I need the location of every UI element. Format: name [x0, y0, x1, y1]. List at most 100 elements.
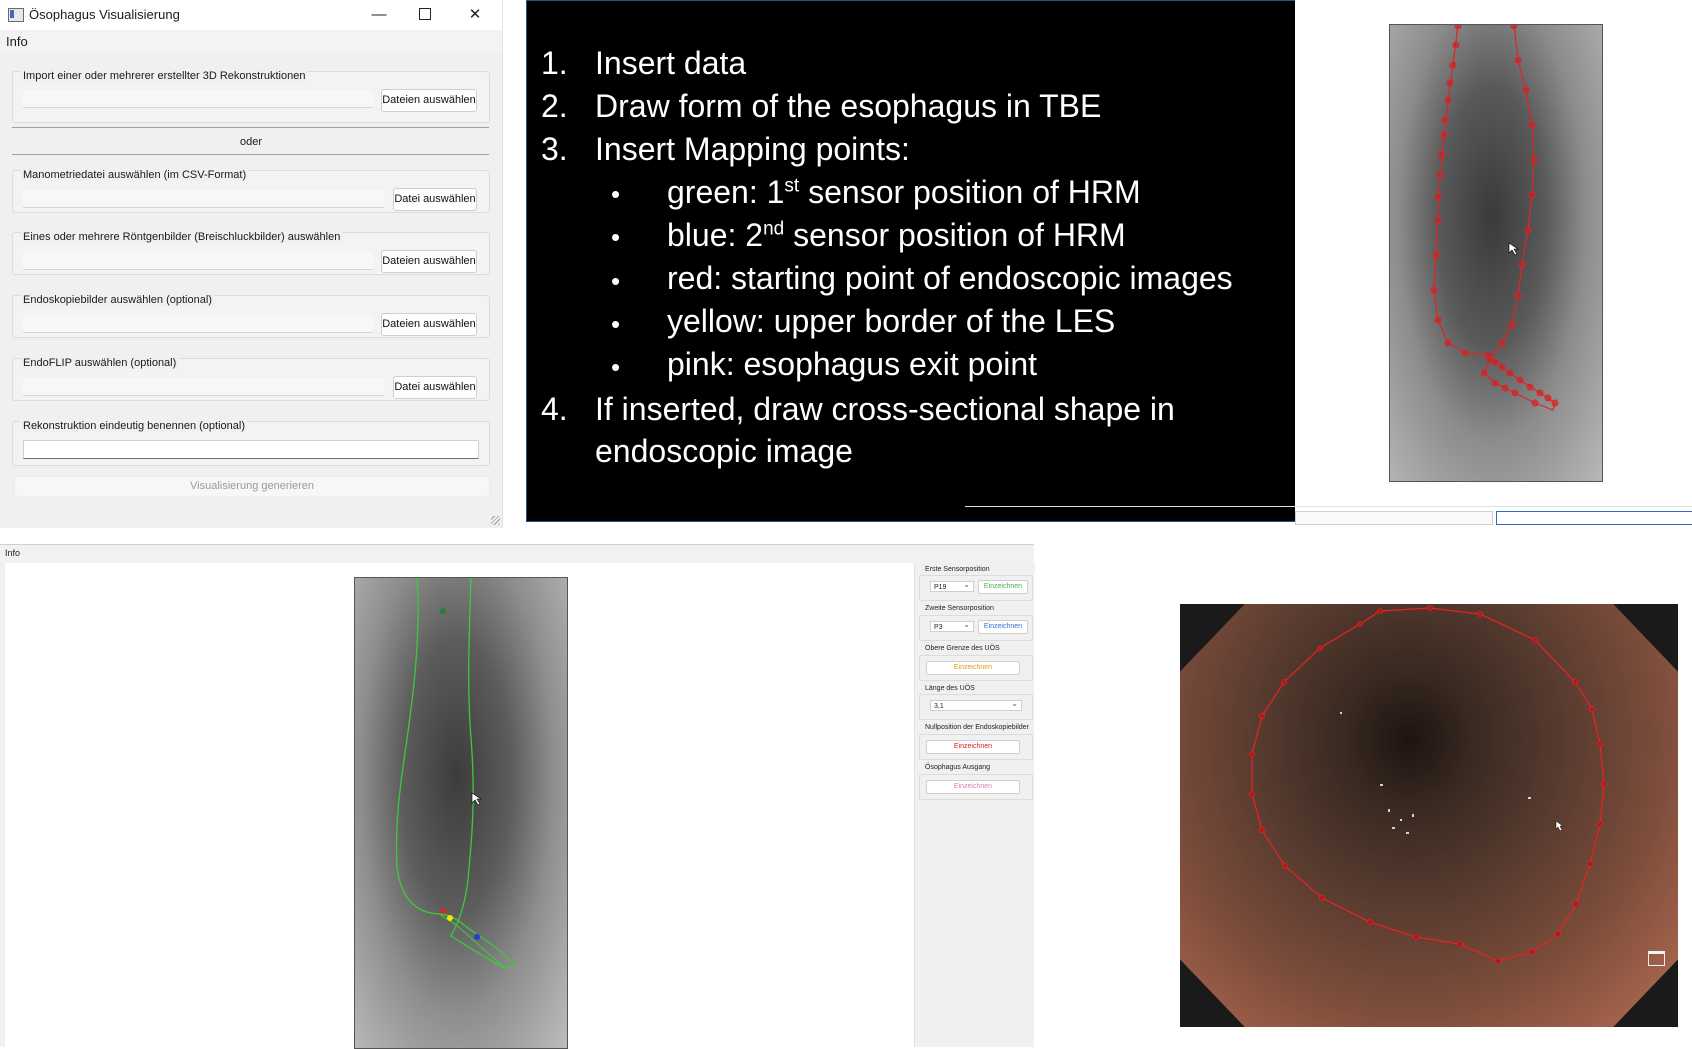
status-field-right[interactable] — [1496, 511, 1692, 525]
step-4-text-continued: endoscopic image — [595, 433, 853, 469]
menubar: Info — [0, 30, 502, 52]
import-select-button[interactable]: Dateien auswählen — [381, 89, 477, 112]
generate-visualization-button[interactable]: Visualisierung generieren — [14, 476, 490, 497]
window-titlebar: Ösophagus Visualisierung — ✕ — [0, 0, 502, 30]
manometry-group: Manometriedatei auswählen (im CSV-Format… — [12, 169, 490, 213]
manometry-select-button[interactable]: Datei auswählen — [393, 188, 477, 211]
fullscreen-icon[interactable] — [1648, 951, 1665, 966]
tbe-xray-image[interactable] — [1389, 24, 1603, 482]
bullet-red-text: red: starting point of endoscopic images — [667, 260, 1233, 296]
bullet-blue-text: blue: 2nd sensor position of HRM — [667, 217, 1126, 253]
bullet-red-marker: • — [611, 266, 621, 296]
endoscopy-start-point — [440, 908, 446, 914]
first-sensor-point — [440, 608, 446, 614]
mapping-window: Info Erste Sensorposition P19 Einzeichne… — [0, 544, 1035, 1049]
bullet-pink-marker: • — [611, 352, 621, 382]
first-sensor-group: P19 Einzeichnen — [919, 575, 1033, 601]
upper-les-label: Obere Grenze des UÖS — [925, 645, 1000, 652]
app-icon — [8, 8, 24, 22]
step-2-text: Draw form of the esophagus in TBE — [595, 88, 1102, 124]
step-4-text: If inserted, draw cross-sectional shape … — [595, 391, 1175, 427]
window-title: Ösophagus Visualisierung — [29, 7, 180, 22]
les-length-spinbox[interactable]: 3,1 — [930, 698, 1022, 711]
xray-select-button[interactable]: Dateien auswählen — [381, 250, 477, 273]
second-sensor-group: P3 Einzeichnen — [919, 615, 1033, 641]
endoscopic-image[interactable] — [1180, 604, 1678, 1027]
endoflip-label: EndoFLIP auswählen (optional) — [21, 357, 179, 369]
maximize-button[interactable] — [402, 0, 448, 30]
step-4-number: 4. — [541, 391, 568, 427]
bullet-green-marker: • — [611, 179, 621, 209]
name-label: Rekonstruktion eindeutig benennen (optio… — [21, 420, 247, 432]
bullet-yellow-text: yellow: upper border of the LES — [667, 303, 1116, 339]
first-sensor-combo[interactable]: P19 — [930, 579, 974, 592]
endoflip-path-field[interactable] — [23, 378, 384, 396]
second-sensor-draw-button[interactable]: Einzeichnen — [978, 620, 1028, 634]
bullet-yellow-marker: • — [611, 309, 621, 339]
import-label: Import einer oder mehrerer erstellter 3D… — [21, 70, 308, 82]
minimize-button[interactable]: — — [356, 0, 402, 30]
bullet-blue-marker: • — [611, 222, 621, 252]
exit-point-draw-button[interactable]: Einzeichnen — [926, 780, 1020, 794]
drawing-canvas[interactable] — [5, 563, 915, 1049]
menu-info[interactable]: Info — [5, 548, 20, 558]
status-field-left[interactable] — [1295, 511, 1493, 525]
step-1-text: Insert data — [595, 45, 747, 81]
upper-les-draw-button[interactable]: Einzeichnen — [926, 661, 1020, 675]
endoscopy-panel — [1034, 573, 1692, 1046]
mapping-sidebar: Erste Sensorposition P19 Einzeichnen Zwe… — [914, 563, 1035, 1047]
separator-top — [12, 127, 489, 128]
separator-bottom — [12, 154, 489, 155]
mouse-cursor-icon — [1508, 242, 1519, 256]
les-length-label: Länge des UÖS — [925, 685, 975, 692]
les-length-group: 3,1 — [919, 694, 1033, 720]
endoscopy-select-button[interactable]: Dateien auswählen — [381, 313, 477, 336]
endoflip-group: EndoFLIP auswählen (optional) Datei ausw… — [12, 357, 490, 401]
mouse-cursor-icon — [1555, 820, 1564, 832]
xray-group: Eines oder mehrere Röntgenbilder (Breisc… — [12, 231, 490, 275]
tbe-drawing-panel — [965, 0, 1692, 528]
step-1-number: 1. — [541, 45, 568, 81]
or-label: oder — [239, 136, 263, 148]
upper-les-group: Einzeichnen — [919, 655, 1033, 681]
name-group: Rekonstruktion eindeutig benennen (optio… — [12, 420, 490, 466]
endoscopy-group: Endoskopiebilder auswählen (optional) Da… — [12, 294, 490, 338]
esophagus-outline-green[interactable] — [355, 578, 567, 1048]
step-3-text: Insert Mapping points: — [595, 131, 910, 167]
first-sensor-draw-button[interactable]: Einzeichnen — [978, 580, 1028, 594]
esophagus-outline-red[interactable] — [1390, 25, 1602, 481]
visualization-window: Ösophagus Visualisierung — ✕ Info Import… — [0, 0, 503, 528]
endoflip-select-button[interactable]: Datei auswählen — [393, 376, 477, 399]
endoscopy-label: Endoskopiebilder auswählen (optional) — [21, 294, 214, 306]
exit-point-group: Einzeichnen — [919, 774, 1033, 800]
second-sensor-label: Zweite Sensorposition — [925, 605, 994, 612]
resize-grip-icon[interactable] — [491, 516, 500, 525]
close-button[interactable]: ✕ — [452, 0, 498, 30]
first-sensor-label: Erste Sensorposition — [925, 566, 990, 573]
menu-info[interactable]: Info — [6, 34, 28, 49]
xray-label: Eines oder mehrere Röntgenbilder (Breisc… — [21, 231, 343, 243]
panel-divider — [965, 506, 1692, 507]
step-3-number: 3. — [541, 131, 568, 167]
manometry-path-field[interactable] — [23, 190, 384, 208]
exit-point-label: Ösophagus Ausgang — [925, 764, 990, 771]
instruction-slide: 1. Insert data 2. Draw form of the esoph… — [526, 0, 1296, 522]
cross-section-outline-red[interactable] — [1180, 604, 1678, 1027]
zero-position-label: Nullposition der Endoskopiebilder — [925, 724, 1029, 731]
endoscopy-path-field[interactable] — [23, 315, 373, 333]
zero-position-group: Einzeichnen — [919, 734, 1033, 760]
second-sensor-combo[interactable]: P3 — [930, 619, 974, 632]
import-group: Import einer oder mehrerer erstellter 3D… — [12, 70, 490, 123]
zero-position-draw-button[interactable]: Einzeichnen — [926, 740, 1020, 754]
import-path-field[interactable] — [23, 90, 373, 108]
bullet-pink-text: pink: esophagus exit point — [667, 346, 1038, 382]
step-2-number: 2. — [541, 88, 568, 124]
name-input[interactable] — [23, 440, 479, 459]
tbe-xray-image-mapping[interactable] — [354, 577, 568, 1049]
bullet-green-text: green: 1st sensor position of HRM — [667, 174, 1141, 210]
les-border-point — [447, 915, 453, 921]
manometry-label: Manometriedatei auswählen (im CSV-Format… — [21, 169, 249, 181]
maximize-icon — [419, 7, 431, 20]
xray-path-field[interactable] — [23, 252, 373, 270]
second-sensor-point — [474, 934, 480, 940]
